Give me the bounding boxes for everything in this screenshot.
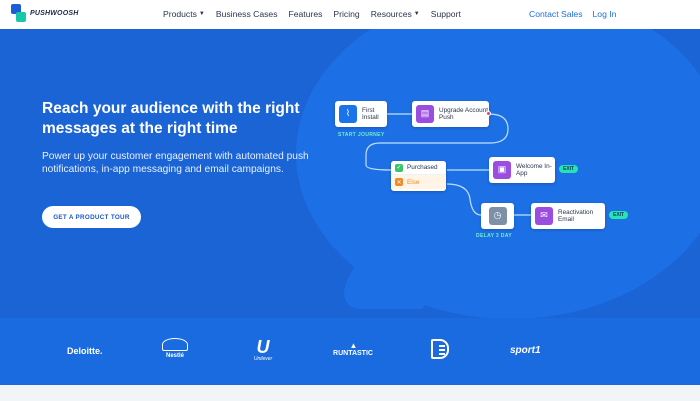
- deloitte-logo: Deloitte.: [67, 346, 103, 356]
- contact-sales-link[interactable]: Contact Sales: [529, 9, 583, 19]
- runtastic-wordmark: RUNTASTIC: [333, 350, 373, 357]
- flow-delay[interactable]: ◷: [481, 203, 514, 229]
- welcome-label: Welcome In-App: [516, 162, 552, 178]
- first-install-label: First Install: [362, 106, 379, 122]
- branch-purchased: ✓ Purchased: [391, 161, 446, 175]
- nav-links: Products ▼ Business Cases Features Pricin…: [163, 9, 472, 19]
- nav-pricing-label: Pricing: [333, 9, 360, 19]
- branch-else: ✕ Else: [391, 175, 446, 189]
- nav-resources[interactable]: Resources ▼: [371, 9, 420, 19]
- start-journey-tag: START JOURNEY: [338, 132, 385, 138]
- unilever-u-icon: U: [256, 337, 270, 357]
- flow-branch[interactable]: ✓ Purchased ✕ Else: [391, 161, 446, 191]
- nav-resources-label: Resources: [370, 9, 412, 19]
- nav-support[interactable]: Support: [431, 9, 461, 19]
- cross-icon: ✕: [395, 178, 403, 186]
- nav-pricing[interactable]: Pricing: [333, 9, 359, 19]
- top-nav: PUSHWOOSH Products ▼ Business Cases Featu…: [0, 0, 700, 29]
- exit-badge: EXIT: [559, 165, 579, 173]
- unilever-logo: U Unilever: [250, 338, 276, 362]
- message-icon: ▤: [416, 105, 434, 123]
- exit-badge: EXIT: [609, 211, 629, 219]
- brand-name: PUSHWOOSH: [30, 10, 79, 17]
- reactivation-label: Reactivation Email: [558, 208, 594, 224]
- flow-connectors: [365, 113, 531, 216]
- chevron-down-icon: ▼: [413, 11, 420, 17]
- nestle-logo: Nestlé: [162, 338, 188, 359]
- adidas-stripes-icon: ▲: [349, 341, 358, 350]
- sport1-logo: sport1: [510, 345, 541, 356]
- clock-icon: ◷: [488, 207, 507, 225]
- nav-support-label: Support: [430, 9, 461, 19]
- mail-icon: ✉: [535, 207, 553, 225]
- nav-business-cases[interactable]: Business Cases: [216, 9, 278, 19]
- nav-features-label: Features: [288, 9, 323, 19]
- client-logos: Deloitte. Nestlé U Unilever ▲ RUNTASTIC …: [0, 318, 700, 385]
- purchased-label: Purchased: [407, 164, 438, 171]
- pulse-icon: ⌇: [339, 105, 357, 123]
- pushwoosh-logo-icon: [11, 4, 26, 23]
- nestle-wordmark: Nestlé: [165, 353, 184, 359]
- else-label: Else: [407, 178, 420, 186]
- check-icon: ✓: [395, 163, 403, 172]
- hero-section: Reach your audience with the right messa…: [0, 29, 700, 318]
- document-logo-icon: [431, 339, 449, 359]
- runtastic-logo: ▲ RUNTASTIC: [333, 341, 373, 358]
- nav-products-label: Products: [163, 9, 197, 19]
- login-link[interactable]: Log In: [593, 9, 617, 19]
- nav-actions: Contact Sales Log In: [529, 9, 626, 19]
- page-bottom-strip: [0, 385, 700, 401]
- upgrade-push-label: Upgrade Account Push: [439, 106, 489, 122]
- pushwoosh-logo[interactable]: PUSHWOOSH: [11, 4, 78, 23]
- nav-features[interactable]: Features: [289, 9, 323, 19]
- flow-first-install[interactable]: ⌇ First Install: [335, 101, 387, 127]
- connector-dot: [486, 111, 491, 116]
- flow-welcome-inapp[interactable]: ▣ Welcome In-App: [489, 157, 555, 183]
- flow-reactivation-email[interactable]: ✉ Reactivation Email: [531, 203, 605, 229]
- nav-products[interactable]: Products ▼: [163, 9, 205, 19]
- unilever-wordmark: Unilever: [253, 356, 273, 362]
- inapp-icon: ▣: [493, 161, 511, 179]
- flow-upgrade-push[interactable]: ▤ Upgrade Account Push: [412, 101, 489, 127]
- delay-tag: DELAY 3 DAY: [476, 233, 512, 239]
- nest-icon: [162, 338, 188, 351]
- chevron-down-icon: ▼: [198, 11, 205, 17]
- nav-business-cases-label: Business Cases: [215, 9, 278, 19]
